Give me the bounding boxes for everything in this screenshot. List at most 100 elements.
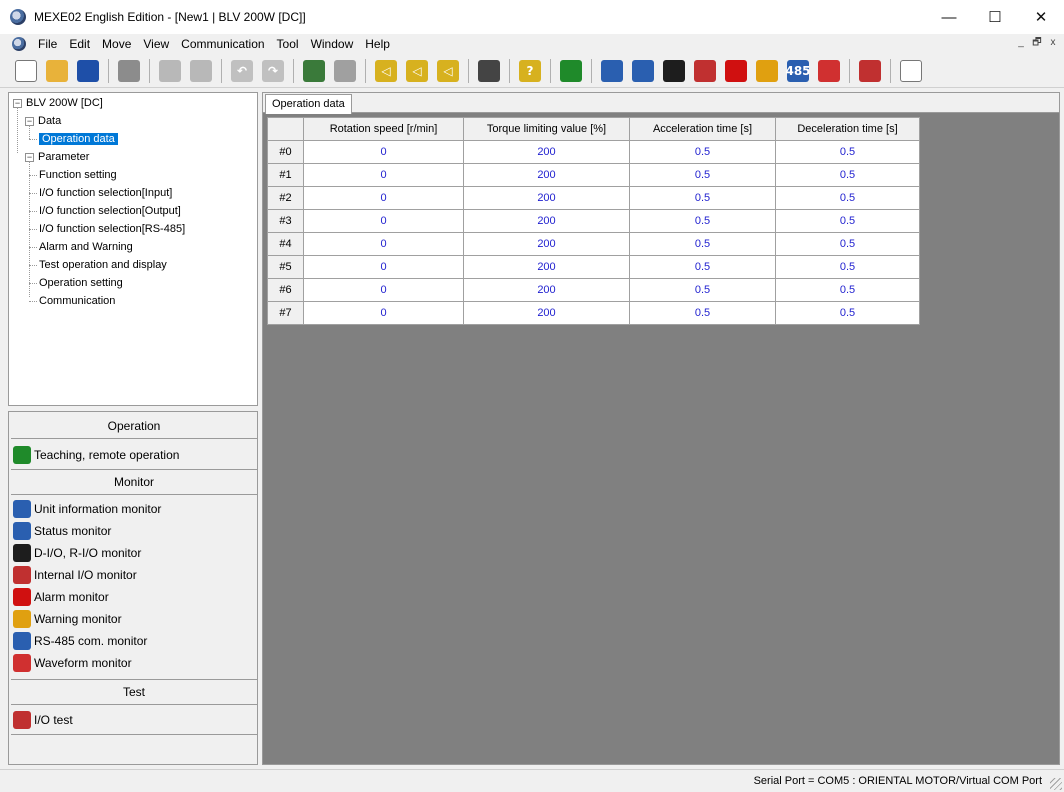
deceleration-time-cell[interactable]: 0.5 — [775, 301, 920, 325]
row-number[interactable]: #5 — [267, 255, 304, 279]
tree-node-operation-data[interactable]: Operation data — [39, 130, 118, 148]
column-header-rotation-speed[interactable]: Rotation speed [r/min] — [303, 117, 464, 141]
deceleration-time-cell[interactable]: 0.5 — [775, 232, 920, 256]
menu-tool[interactable]: Tool — [271, 34, 305, 54]
menu-edit[interactable]: Edit — [63, 34, 96, 54]
row-number[interactable]: #3 — [267, 209, 304, 233]
io-test-link[interactable]: I/O test — [13, 709, 73, 731]
warning-monitor-button[interactable] — [753, 57, 781, 85]
torque-limit-cell[interactable]: 200 — [463, 209, 630, 233]
tree-node-parameter-item[interactable]: I/O function selection[Input] — [39, 184, 172, 202]
deceleration-time-cell[interactable]: 0.5 — [775, 255, 920, 279]
alarm-monitor-link[interactable]: Alarm monitor — [13, 586, 109, 608]
open-button[interactable] — [43, 57, 71, 85]
torque-limit-cell[interactable]: 200 — [463, 186, 630, 210]
undo-button[interactable]: ↶ — [228, 57, 256, 85]
tab-operation-data[interactable]: Operation data — [265, 94, 352, 114]
column-header-torque-limit[interactable]: Torque limiting value [%] — [463, 117, 630, 141]
copy-button[interactable] — [156, 57, 184, 85]
tree-node-parameter-item[interactable]: I/O function selection[RS-485] — [39, 220, 185, 238]
torque-limit-cell[interactable]: 200 — [463, 278, 630, 302]
row-number[interactable]: #1 — [267, 163, 304, 187]
internal-io-monitor-link[interactable]: Internal I/O monitor — [13, 564, 137, 586]
print-button[interactable] — [115, 57, 143, 85]
menu-help[interactable]: Help — [359, 34, 396, 54]
data-check-button[interactable]: ? — [516, 57, 544, 85]
teaching-remote-operation-link[interactable]: Teaching, remote operation — [13, 444, 179, 466]
rotation-speed-cell[interactable]: 0 — [303, 301, 464, 325]
minimize-button[interactable]: — — [926, 0, 972, 34]
row-number[interactable]: #6 — [267, 278, 304, 302]
deceleration-time-cell[interactable]: 0.5 — [775, 140, 920, 164]
waveform-monitor-button[interactable] — [815, 57, 843, 85]
rotation-speed-cell[interactable]: 0 — [303, 186, 464, 210]
rotation-speed-cell[interactable]: 0 — [303, 163, 464, 187]
redo-button[interactable]: ↷ — [259, 57, 287, 85]
tree-node-data[interactable]: − Data — [25, 112, 61, 130]
deceleration-time-cell[interactable]: 0.5 — [775, 278, 920, 302]
torque-limit-cell[interactable]: 200 — [463, 163, 630, 187]
upload-button[interactable]: ◁ — [372, 57, 400, 85]
communication-disconnect-button[interactable] — [331, 57, 359, 85]
rotation-speed-cell[interactable]: 0 — [303, 255, 464, 279]
rs485-monitor-link[interactable]: RS-485 com. monitor — [13, 630, 147, 652]
deceleration-time-cell[interactable]: 0.5 — [775, 186, 920, 210]
communication-connect-button[interactable] — [300, 57, 328, 85]
new-button[interactable] — [12, 57, 40, 85]
download-button[interactable]: ◁ — [403, 57, 431, 85]
internal-io-monitor-button[interactable] — [691, 57, 719, 85]
rotation-speed-cell[interactable]: 0 — [303, 232, 464, 256]
acceleration-time-cell[interactable]: 0.5 — [629, 301, 776, 325]
torque-limit-cell[interactable]: 200 — [463, 301, 630, 325]
acceleration-time-cell[interactable]: 0.5 — [629, 278, 776, 302]
tree-node-parameter-item[interactable]: Test operation and display — [39, 256, 167, 274]
torque-limit-cell[interactable]: 200 — [463, 232, 630, 256]
row-number[interactable]: #2 — [267, 186, 304, 210]
tree-node-parameter-item[interactable]: Communication — [39, 292, 115, 310]
warning-monitor-link[interactable]: Warning monitor — [13, 608, 122, 630]
app-icon[interactable] — [10, 9, 26, 25]
unit-info-monitor-link[interactable]: Unit information monitor — [13, 498, 161, 520]
document-restore-button[interactable]: 🗗 — [1030, 36, 1044, 50]
rs485-monitor-button[interactable]: 485 — [784, 57, 812, 85]
document-system-menu-icon[interactable] — [12, 37, 26, 51]
alarm-monitor-button[interactable] — [722, 57, 750, 85]
rotation-speed-cell[interactable]: 0 — [303, 278, 464, 302]
torque-limit-cell[interactable]: 200 — [463, 140, 630, 164]
status-monitor-button[interactable] — [629, 57, 657, 85]
layout-button[interactable] — [897, 57, 925, 85]
row-number[interactable]: #7 — [267, 301, 304, 325]
document-close-button[interactable]: x — [1046, 36, 1060, 50]
save-button[interactable] — [74, 57, 102, 85]
maximize-button[interactable]: ☐ — [972, 0, 1018, 34]
document-minimize-button[interactable]: _ — [1014, 36, 1028, 50]
acceleration-time-cell[interactable]: 0.5 — [629, 140, 776, 164]
torque-limit-cell[interactable]: 200 — [463, 255, 630, 279]
acceleration-time-cell[interactable]: 0.5 — [629, 163, 776, 187]
teaching-button[interactable] — [557, 57, 585, 85]
menu-window[interactable]: Window — [305, 34, 360, 54]
paste-button[interactable] — [187, 57, 215, 85]
verify-button[interactable]: ◁ — [434, 57, 462, 85]
tree-node-parameter-item[interactable]: Alarm and Warning — [39, 238, 133, 256]
io-monitor-button[interactable] — [660, 57, 688, 85]
acceleration-time-cell[interactable]: 0.5 — [629, 232, 776, 256]
parameter-button[interactable] — [475, 57, 503, 85]
status-monitor-link[interactable]: Status monitor — [13, 520, 111, 542]
tree-node-parameter-item[interactable]: Function setting — [39, 166, 117, 184]
resize-grip-icon[interactable] — [1050, 778, 1062, 790]
waveform-monitor-link[interactable]: Waveform monitor — [13, 652, 132, 674]
column-header-deceleration-time[interactable]: Deceleration time [s] — [775, 117, 920, 141]
acceleration-time-cell[interactable]: 0.5 — [629, 186, 776, 210]
tree-node-parameter[interactable]: − Parameter — [25, 148, 89, 166]
close-button[interactable]: ✕ — [1018, 0, 1064, 34]
row-number[interactable]: #4 — [267, 232, 304, 256]
acceleration-time-cell[interactable]: 0.5 — [629, 209, 776, 233]
acceleration-time-cell[interactable]: 0.5 — [629, 255, 776, 279]
tree-node-parameter-item[interactable]: Operation setting — [39, 274, 123, 292]
menu-move[interactable]: Move — [96, 34, 137, 54]
row-number[interactable]: #0 — [267, 140, 304, 164]
menu-view[interactable]: View — [137, 34, 175, 54]
tree-root[interactable]: − BLV 200W [DC] — [13, 94, 103, 112]
io-monitor-link[interactable]: D-I/O, R-I/O monitor — [13, 542, 141, 564]
